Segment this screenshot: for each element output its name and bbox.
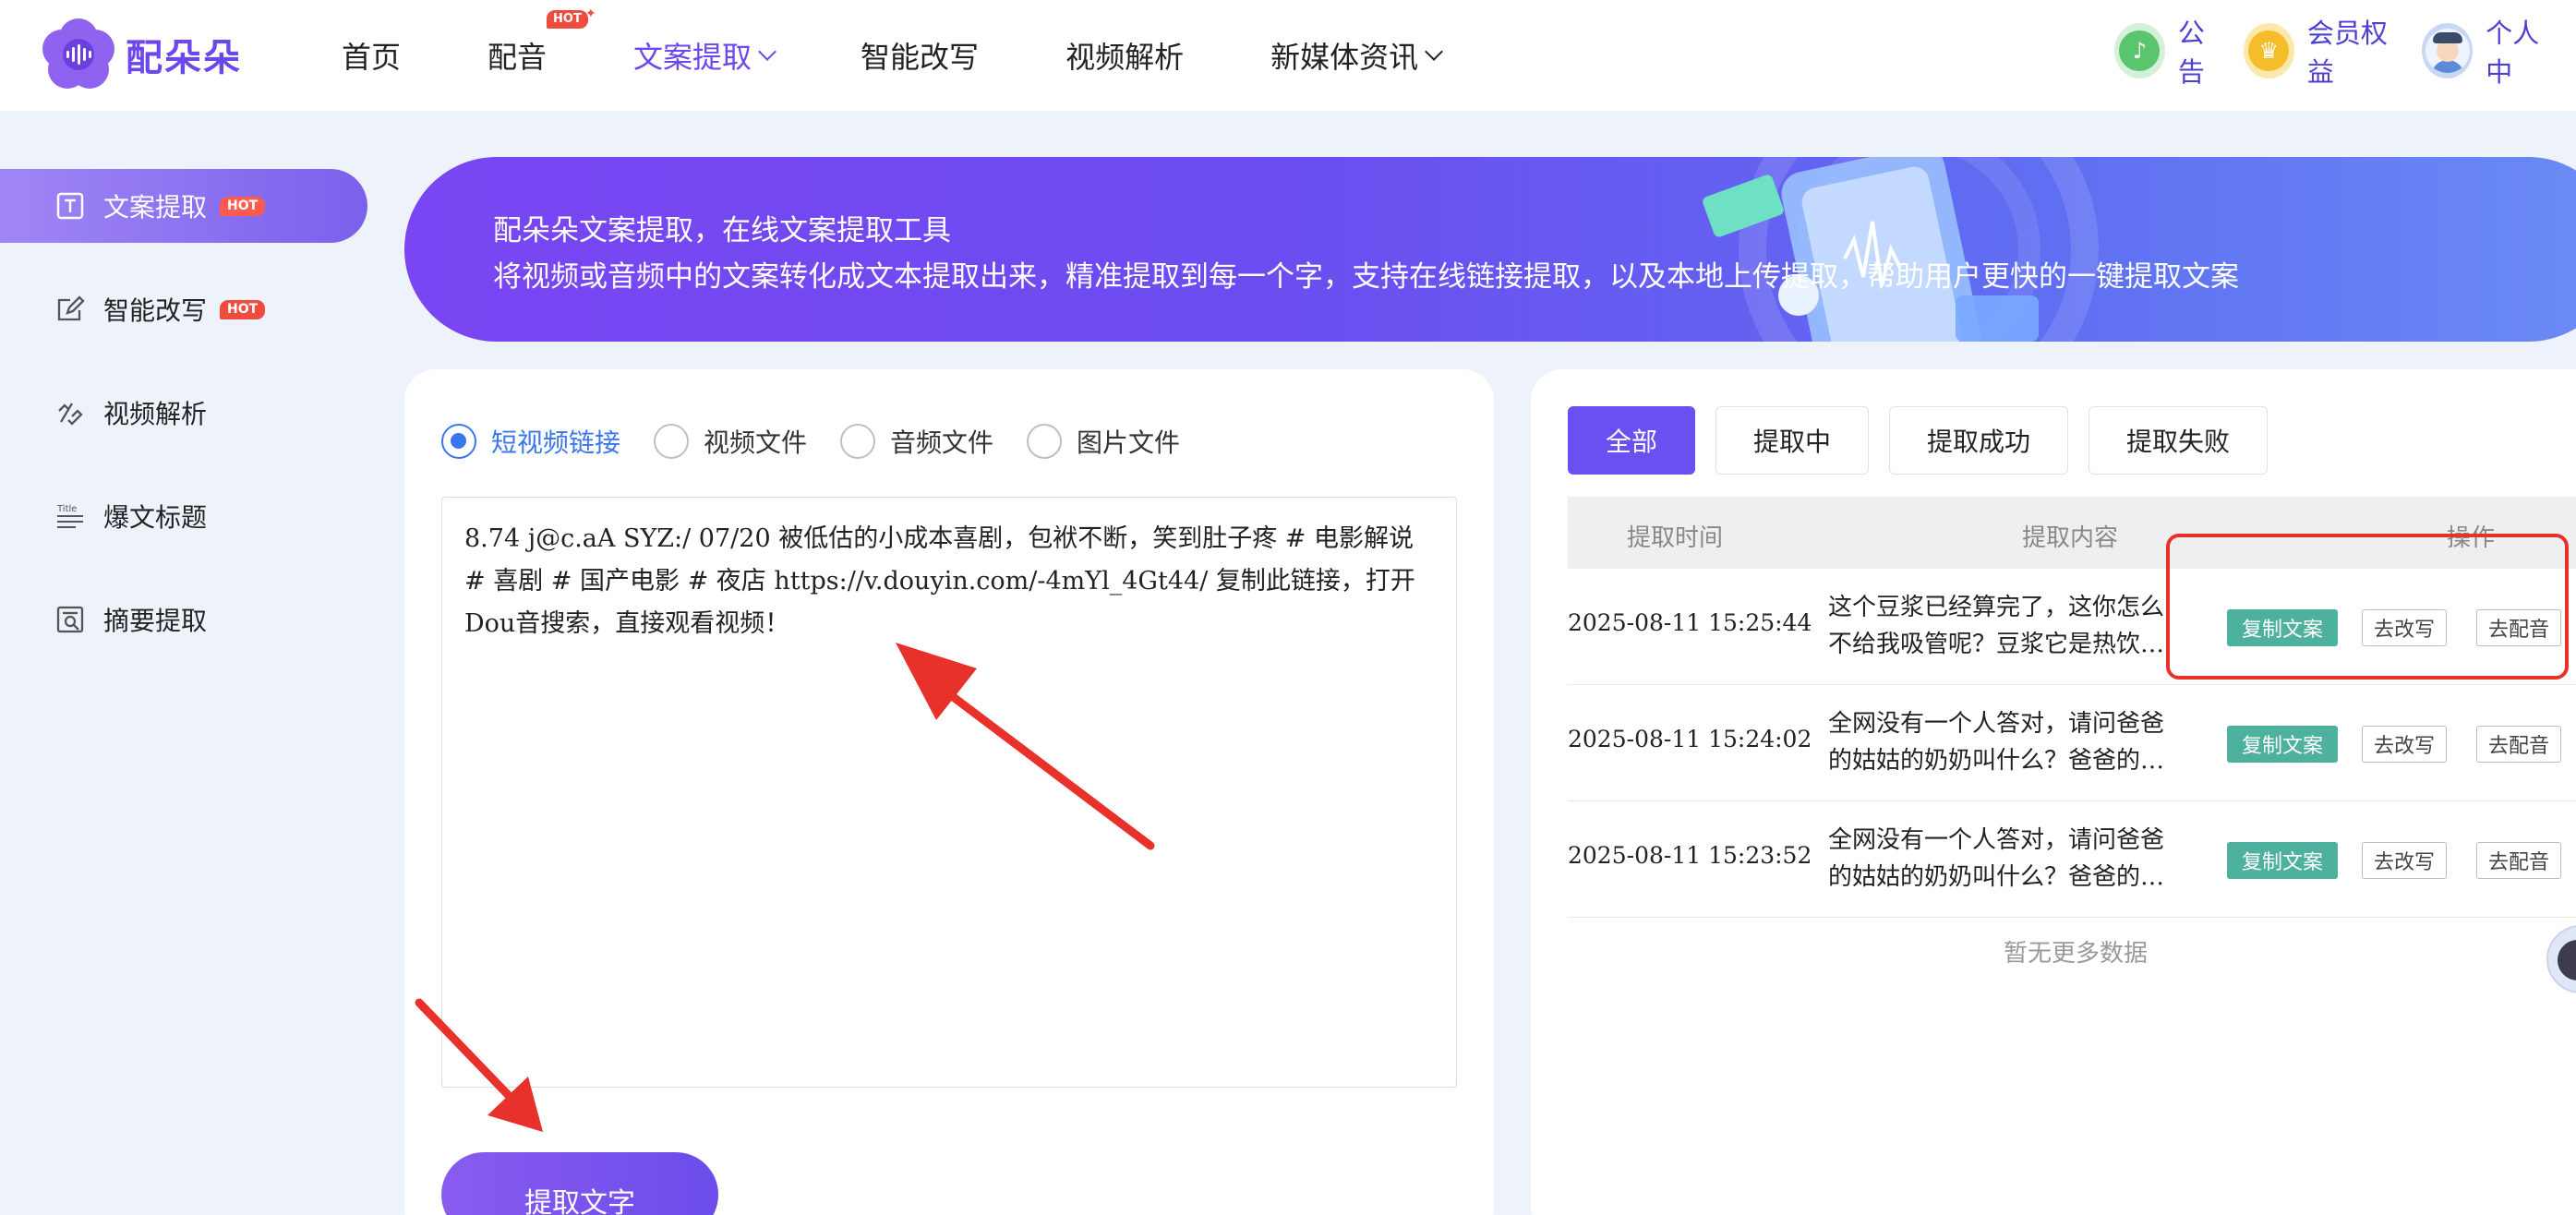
annotation-arrows [415,643,1155,1132]
arrow-icon [415,998,543,1132]
arrow-icon [896,643,1155,850]
